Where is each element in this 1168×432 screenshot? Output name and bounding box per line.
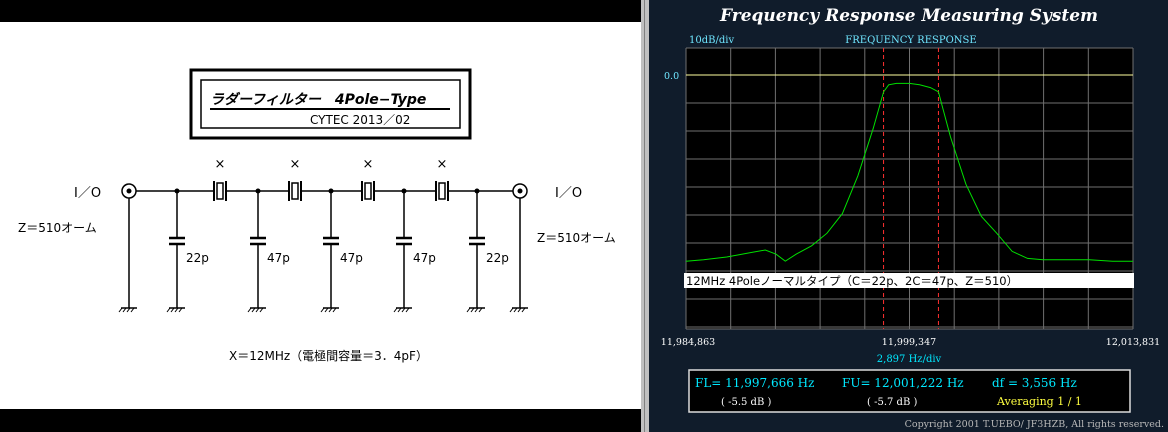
capacitor-value: 22p [486,251,509,265]
shunt-capacitor-3: 47p [320,188,363,313]
capacitor-value: 22p [186,251,209,265]
freq-stop: 12,013,831 [1106,337,1160,348]
schematic-drawing: ラダーフィルター 4Pole−Type CYTEC 2013／02 I／O I／… [18,68,616,363]
impedance-right-label: Z＝510オーム [537,231,616,245]
crystal-mark: × [215,157,226,172]
averaging-readout: Averaging 1 / 1 [996,395,1082,408]
crystal-2: × [284,157,306,201]
shunt-capacitor-5: 22p [466,188,509,313]
fl-db-readout: ( -5.5 dB ) [721,397,771,408]
shunt-capacitor-4: 47p [393,188,436,313]
analyzer-display: Frequency Response Measuring System 10dB… [661,6,1164,430]
signal-line [128,190,521,308]
crystal-note: X＝12MHz（電極間容量＝3．4pF） [229,348,428,363]
capacitor-value: 47p [413,251,436,265]
freq-div: 2,897 Hz/div [877,354,942,365]
analyzer-panel: Frequency Response Measuring System 10dB… [649,0,1168,432]
schematic-panel: ラダーフィルター 4Pole−Type CYTEC 2013／02 I／O I／… [0,0,641,432]
crystal-mark: × [437,157,448,172]
impedance-left-label: Z＝510オーム [18,221,97,235]
freq-start: 11,984,863 [661,337,715,348]
ground-right [509,307,528,313]
ref-level-label: 0.0 [664,71,679,82]
capacitor-value: 47p [340,251,363,265]
panel-divider [641,0,649,432]
crystal-mark: × [290,157,301,172]
shunt-capacitor-2: 47p [247,188,290,313]
right-connector [512,183,528,199]
io-right-label: I／O [555,186,582,201]
shunt-capacitor-1: 22p [166,188,209,313]
fl-readout: FL= 11,997,666 Hz [695,376,814,390]
freq-center: 11,999,347 [882,337,936,348]
left-connector [121,183,137,199]
crystal-3: × [357,157,379,201]
trace-label: 12MHz 4Poleノーマルタイプ（C＝22p、2C＝47p、Z＝510） [686,274,1018,288]
crystal-mark: × [363,157,374,172]
io-left-label: I／O [74,186,101,201]
scale-label: 10dB/div [689,35,734,46]
copyright: Copyright 2001 T.UEBO/ JF3HZB, All right… [905,419,1164,430]
schematic-subtitle: CYTEC 2013／02 [310,113,410,127]
graph-title: FREQUENCY RESPONSE [845,35,976,46]
df-readout: df = 3,556 Hz [992,376,1077,390]
crystal-4: × [431,157,453,201]
fu-readout: FU= 12,001,222 Hz [842,376,964,390]
ground-left [118,307,137,313]
analyzer-title: Frequency Response Measuring System [719,6,1098,26]
capacitor-value: 47p [267,251,290,265]
fu-db-readout: ( -5.7 dB ) [867,397,917,408]
crystal-1: × [209,157,231,201]
schematic-title: ラダーフィルター 4Pole−Type [210,91,426,108]
